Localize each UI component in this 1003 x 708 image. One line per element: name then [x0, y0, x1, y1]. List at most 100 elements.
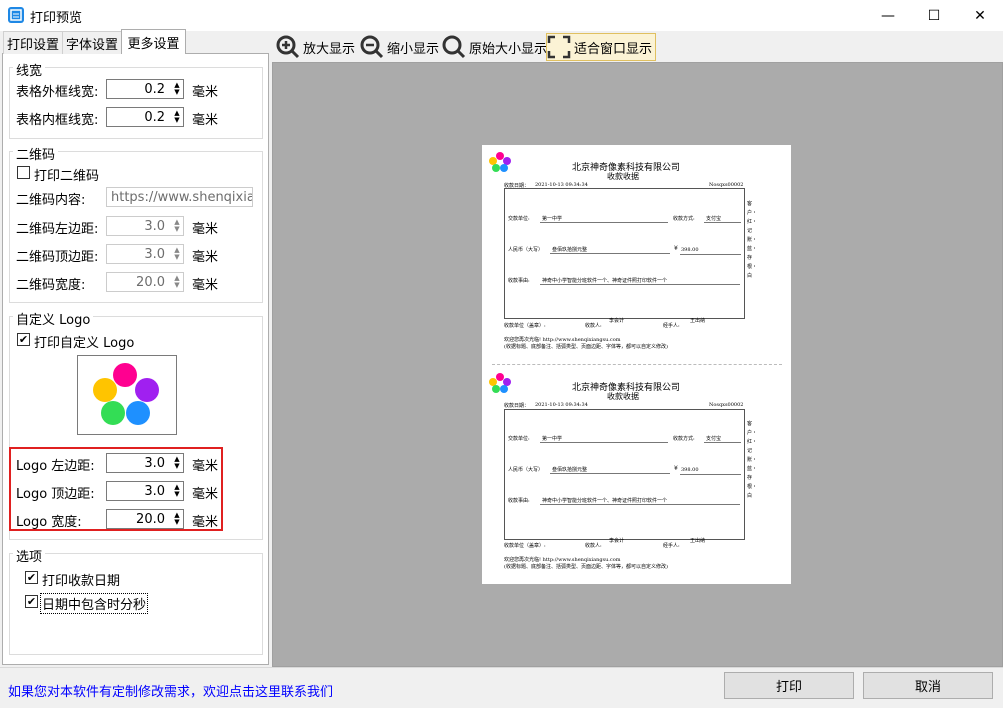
logo-top-margin-value: 3.0 — [144, 483, 165, 499]
spinner-arrows-icon[interactable]: ▲ ▼ — [171, 219, 183, 233]
spinner-arrows-icon[interactable]: ▲ ▼ — [171, 247, 183, 261]
qrcode-width-label: 二维码宽度: — [16, 278, 86, 293]
receipt-payer-value: 第一中学 — [542, 216, 563, 222]
receipt-footer-2: (收据标题、底部备注、括弧类型、页面边距、字体等，都可以自定义修改) — [504, 564, 668, 570]
underline — [680, 254, 741, 255]
receipt-handler: 经手人: — [663, 543, 680, 549]
underline — [540, 284, 740, 285]
unit-label: 毫米 — [192, 487, 219, 502]
tab-more-settings[interactable]: 更多设置 — [121, 29, 186, 54]
line-width-legend: 线宽 — [13, 60, 46, 79]
receipt-date-value: 2021-10-13 09:34:34 — [535, 402, 588, 408]
date-time-checkbox[interactable]: ✔ — [25, 595, 38, 608]
spinner-arrows-icon[interactable]: ▲ ▼ — [171, 82, 183, 96]
underline — [540, 504, 740, 505]
receipt-logo-icon — [487, 151, 513, 178]
underline — [704, 222, 741, 223]
zoom-in-button[interactable]: 放大显示 — [276, 33, 355, 61]
qrcode-width-spinner[interactable]: 20.0 ▲ ▼ — [106, 272, 184, 292]
spinner-arrows-icon[interactable]: ▲ ▼ — [171, 484, 183, 498]
original-size-button[interactable]: 原始大小显示 — [442, 33, 547, 61]
spinner-arrows-icon[interactable]: ▲ ▼ — [171, 512, 183, 526]
print-logo-label: 打印自定义 Logo — [34, 336, 135, 351]
print-logo-checkbox[interactable]: ✔ — [17, 333, 30, 346]
print-qrcode-checkbox[interactable] — [17, 166, 30, 179]
logo-top-margin-label: Logo 顶边距: — [16, 487, 95, 502]
zoom-in-icon — [276, 35, 300, 59]
outer-line-width-spinner[interactable]: 0.2 ▲ ▼ — [106, 79, 184, 99]
receipt-date-label: 收款日期： — [504, 403, 530, 409]
tab-font-settings[interactable]: 字体设置 — [62, 31, 122, 54]
qrcode-left-margin-value: 3.0 — [144, 218, 165, 234]
unit-label: 毫米 — [192, 278, 219, 293]
receipt-side-text: 客户・红・记账・蓝・存根・白 — [747, 421, 758, 499]
date-time-label: 日期中包含时分秒 — [40, 593, 149, 614]
receipt-method-label: 收款方式: — [673, 436, 695, 442]
close-button[interactable]: ✕ — [957, 0, 1003, 31]
window-title: 打印预览 — [30, 11, 83, 26]
line-width-group — [9, 67, 263, 139]
zoom-out-label: 缩小显示 — [387, 41, 440, 57]
receipt-amount: 398.00 — [681, 247, 699, 253]
receipt-yen-symbol: ¥ — [674, 465, 678, 472]
magnifier-icon — [442, 35, 466, 59]
underline — [704, 442, 741, 443]
receipt-accountant: 李会计 — [609, 318, 625, 324]
print-qrcode-label: 打印二维码 — [34, 169, 100, 184]
receipt-payer-value: 第一中学 — [542, 436, 563, 442]
receipt-footer-1: 欢迎您再次光临! http://www.shenqixiangsu.com — [504, 557, 621, 563]
receipt-amount: 398.00 — [681, 467, 699, 473]
receipt-number: Nosqxs00002 — [709, 402, 744, 408]
options-legend: 选项 — [13, 546, 46, 565]
receipt-method-value: 支付宝 — [706, 436, 722, 442]
receipt-rmb-label: 人民币（大写） — [508, 247, 544, 253]
receipt-payer-label: 交款单位: — [508, 216, 530, 222]
outer-line-width-value: 0.2 — [144, 81, 165, 97]
logo-left-margin-value: 3.0 — [144, 455, 165, 471]
receipt-side-text: 客户・红・记账・蓝・存根・白 — [747, 201, 758, 279]
spinner-arrows-icon[interactable]: ▲ ▼ — [171, 110, 183, 124]
receipt-receiver: 收款人: — [585, 543, 602, 549]
minimize-button[interactable]: — — [865, 0, 911, 31]
fit-window-label: 适合窗口显示 — [574, 41, 653, 57]
tab-print-settings[interactable]: 打印设置 — [3, 31, 63, 54]
logo-width-label: Logo 宽度: — [16, 515, 82, 530]
fit-window-button[interactable]: 适合窗口显示 — [546, 33, 657, 61]
qrcode-left-margin-label: 二维码左边距: — [16, 222, 99, 237]
print-button[interactable]: 打印 — [724, 672, 854, 699]
spinner-arrows-icon[interactable]: ▲ ▼ — [171, 456, 183, 470]
inner-line-width-spinner[interactable]: 0.2 ▲ ▼ — [106, 107, 184, 127]
logo-top-margin-spinner[interactable]: 3.0 ▲ ▼ — [106, 481, 184, 501]
receipt-director: 王出纳 — [690, 318, 706, 324]
qrcode-top-margin-spinner[interactable]: 3.0 ▲ ▼ — [106, 244, 184, 264]
receipt-footer-2: (收据标题、底部备注、括弧类型、页面边距、字体等，都可以自定义修改) — [504, 344, 668, 350]
qrcode-left-margin-spinner[interactable]: 3.0 ▲ ▼ — [106, 216, 184, 236]
qrcode-legend: 二维码 — [13, 144, 59, 163]
logo-flower-icon — [93, 363, 159, 425]
unit-label: 毫米 — [192, 85, 219, 100]
logo-width-spinner[interactable]: 20.0 ▲ ▼ — [106, 509, 184, 529]
zoom-out-button[interactable]: 缩小显示 — [360, 33, 439, 61]
unit-label: 毫米 — [192, 459, 219, 474]
qrcode-content-input[interactable]: https://www.shenqixiangsu — [106, 187, 253, 207]
logo-left-margin-spinner[interactable]: 3.0 ▲ ▼ — [106, 453, 184, 473]
qrcode-top-margin-label: 二维码顶边距: — [16, 250, 99, 265]
receipt-footer-1: 欢迎您再次光临! http://www.shenqixiangsu.com — [504, 337, 621, 343]
unit-label: 毫米 — [192, 222, 219, 237]
contact-link[interactable]: 如果您对本软件有定制修改需求，欢迎点击这里联系我们 — [8, 681, 333, 700]
print-date-checkbox[interactable]: ✔ — [25, 571, 38, 584]
receipt-director: 王出纳 — [690, 538, 706, 544]
maximize-button[interactable]: ☐ — [911, 0, 957, 31]
app-icon — [8, 7, 24, 23]
unit-label: 毫米 — [192, 113, 219, 128]
qrcode-width-value: 20.0 — [136, 274, 165, 290]
cancel-button[interactable]: 取消 — [863, 672, 993, 699]
inner-line-width-label: 表格内框线宽: — [16, 113, 99, 128]
logo-left-margin-label: Logo 左边距: — [16, 459, 95, 474]
spinner-arrows-icon[interactable]: ▲ ▼ — [171, 275, 183, 289]
receipt-reason-label: 收款事由: — [508, 498, 530, 504]
logo-preview-image[interactable] — [77, 355, 177, 435]
receipt-unit-seal: 收款单位（盖章）: — [504, 543, 546, 549]
qrcode-content-label: 二维码内容: — [16, 193, 86, 208]
receipt-reason-value: 神奇中小学智能分班软件一个、神奇证件照打印软件一个 — [542, 278, 668, 284]
